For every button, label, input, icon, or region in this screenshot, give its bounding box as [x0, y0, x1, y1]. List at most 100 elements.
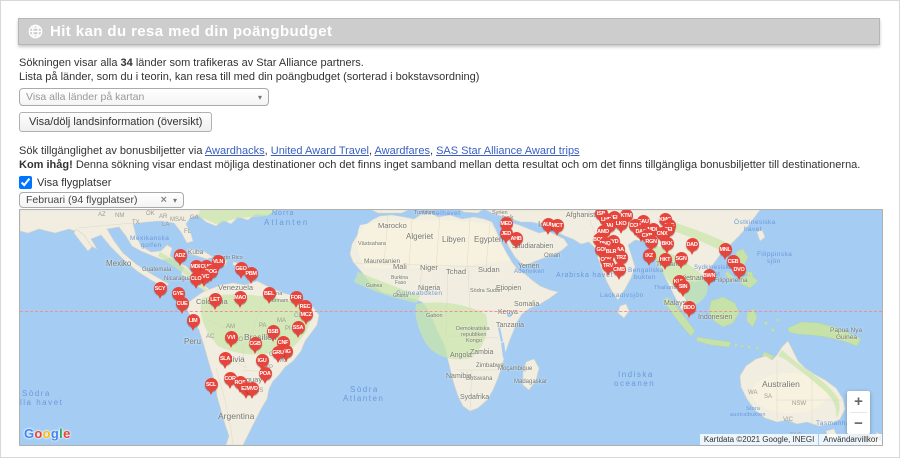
airport-marker[interactable]: LKO — [615, 217, 628, 235]
region-label: AR — [159, 214, 167, 220]
airport-marker[interactable]: HKT — [659, 253, 672, 271]
sea-label: australbukten — [730, 412, 766, 418]
month-select[interactable]: Februari (94 flygplatser) × ▾ — [19, 192, 184, 208]
airport-marker[interactable]: SCY — [154, 282, 167, 300]
country-label: Nigeria — [418, 285, 440, 292]
region-label: MA — [277, 318, 286, 324]
region-label: AL — [179, 217, 186, 223]
clear-icon[interactable]: × — [161, 195, 167, 206]
country-label: Nicaragua — [164, 276, 191, 282]
airport-marker[interactable]: CGB — [249, 337, 262, 355]
airport-marker[interactable]: CUE — [176, 297, 189, 315]
country-label: Etiopien — [496, 285, 521, 292]
airport-marker[interactable]: SGN — [675, 252, 688, 270]
country-label: Zambia — [470, 349, 493, 356]
airports-checkbox-label: Visa flygplatser — [37, 177, 111, 189]
country-label: Papua Nya — [830, 327, 862, 334]
page: Hit kan du resa med din poängbudget Sökn… — [0, 0, 900, 458]
airport-marker[interactable]: SCL — [205, 378, 218, 396]
region-label: MS — [170, 217, 179, 223]
airport-marker[interactable]: GRU — [272, 346, 285, 364]
globe-icon — [28, 24, 43, 39]
region-label: OK — [146, 211, 155, 217]
airport-marker[interactable]: MAO — [234, 291, 247, 309]
chevron-down-icon[interactable]: ▾ — [258, 93, 262, 102]
country-label: Niger — [420, 263, 438, 272]
airport-marker[interactable]: VVI — [225, 331, 238, 349]
airport-marker[interactable]: LIM — [187, 314, 200, 332]
airport-marker[interactable]: LET — [209, 293, 222, 311]
link-united-award-travel[interactable]: United Award Travel — [271, 145, 369, 157]
google-logo[interactable]: Google — [24, 426, 71, 441]
airport-marker[interactable]: SSA — [292, 321, 305, 339]
sea-label: Filippinska — [757, 251, 792, 258]
country-label: Västsahara — [358, 241, 386, 247]
region-label: WA — [748, 390, 757, 396]
country-label: Faso — [395, 280, 406, 286]
region-label: AM — [226, 324, 235, 330]
chevron-down-icon[interactable]: ▾ — [173, 196, 177, 205]
airport-marker[interactable]: CMB — [613, 263, 626, 281]
country-select-placeholder: Visa alla länder på kartan — [26, 91, 252, 103]
map-attribution: Kartdata ©2021 Google, INEGI — [700, 434, 818, 445]
month-select-value: Februari (94 flygplatser) — [26, 194, 155, 206]
toggle-country-info-button[interactable]: Visa/dölj landsinformation (översikt) — [19, 112, 212, 132]
airport-marker[interactable]: AHB — [510, 232, 523, 250]
intro-line-1: Sökningen visar alla 34 länder som trafi… — [19, 57, 364, 69]
airport-marker[interactable]: MCT — [551, 219, 564, 237]
country-select[interactable]: Visa alla länder på kartan ▾ — [19, 88, 269, 106]
airport-marker[interactable]: BWN — [703, 269, 716, 287]
country-label: Indonesien — [698, 314, 732, 321]
link-awardhacks[interactable]: Awardhacks — [205, 145, 265, 157]
country-label: Yemen — [518, 263, 540, 270]
sea-label: Atlanten — [343, 394, 384, 403]
intro-line-2: Lista på länder, som du i teorin, kan re… — [19, 71, 479, 83]
bonus-links-line: Sök tillgänglighet av bonusbiljetter via… — [19, 145, 580, 157]
terms-link[interactable]: Användarvillkor — [819, 434, 882, 445]
airport-marker[interactable]: BEL — [263, 287, 276, 305]
sea-label: Atlanten — [264, 218, 309, 227]
region-label: SA — [764, 394, 772, 400]
sea-label: Östkinesiska — [734, 219, 776, 226]
sea-label: havet — [744, 226, 762, 233]
sea-label: oceanen — [614, 379, 655, 388]
airports-checkbox[interactable] — [19, 176, 32, 189]
airport-marker[interactable]: SLA — [219, 352, 232, 370]
country-label: Mali — [393, 262, 407, 271]
region-label: GA — [190, 215, 199, 221]
airport-marker[interactable]: SIN — [677, 280, 690, 298]
country-label: Sydafrika — [460, 394, 489, 401]
country-label: Guatemala — [142, 267, 171, 273]
airport-marker[interactable]: POA — [259, 367, 272, 385]
airport-marker[interactable]: PBM — [245, 267, 258, 285]
sea-label: Södra — [350, 385, 379, 394]
sea-label: bukten — [634, 274, 656, 281]
sea-label: Södra — [22, 389, 51, 398]
country-label: Angola — [450, 352, 472, 359]
zoom-out-button[interactable]: − — [847, 413, 870, 434]
airport-marker[interactable]: ADZ — [174, 249, 187, 267]
country-label: Tunisien — [414, 210, 435, 216]
country-label: Oman — [544, 253, 560, 259]
map-canvas[interactable]: + − Google Kartdata ©2021 Google, INEGI … — [19, 209, 883, 446]
country-label: Marocko — [378, 221, 407, 230]
link-sas-star-alliance[interactable]: SAS Star Alliance Award trips — [436, 145, 579, 157]
airport-marker[interactable]: MVD — [246, 382, 259, 400]
zoom-control: + − — [847, 391, 870, 434]
country-label: Australien — [762, 379, 800, 389]
zoom-in-button[interactable]: + — [847, 391, 870, 412]
sea-label: Mexikanska — [130, 235, 169, 242]
region-label: PA — [259, 323, 267, 329]
bonus-links-prefix: Sök tillgänglighet av bonusbiljetter via — [19, 145, 205, 157]
country-label: Kongo — [466, 338, 482, 344]
link-awardfares[interactable]: Awardfares — [375, 145, 430, 157]
sea-label: lla havet — [20, 398, 63, 407]
country-label: Mexiko — [106, 259, 131, 268]
airport-marker[interactable]: CLO — [190, 272, 203, 290]
region-label: AC — [206, 334, 214, 340]
header-bar: Hit kan du resa med din poängbudget — [18, 18, 880, 45]
airport-marker[interactable]: IXZ — [643, 249, 656, 267]
airport-marker[interactable]: BDO — [683, 301, 696, 319]
sea-label: golfen — [141, 242, 162, 249]
airport-marker[interactable]: DVO — [733, 263, 746, 281]
